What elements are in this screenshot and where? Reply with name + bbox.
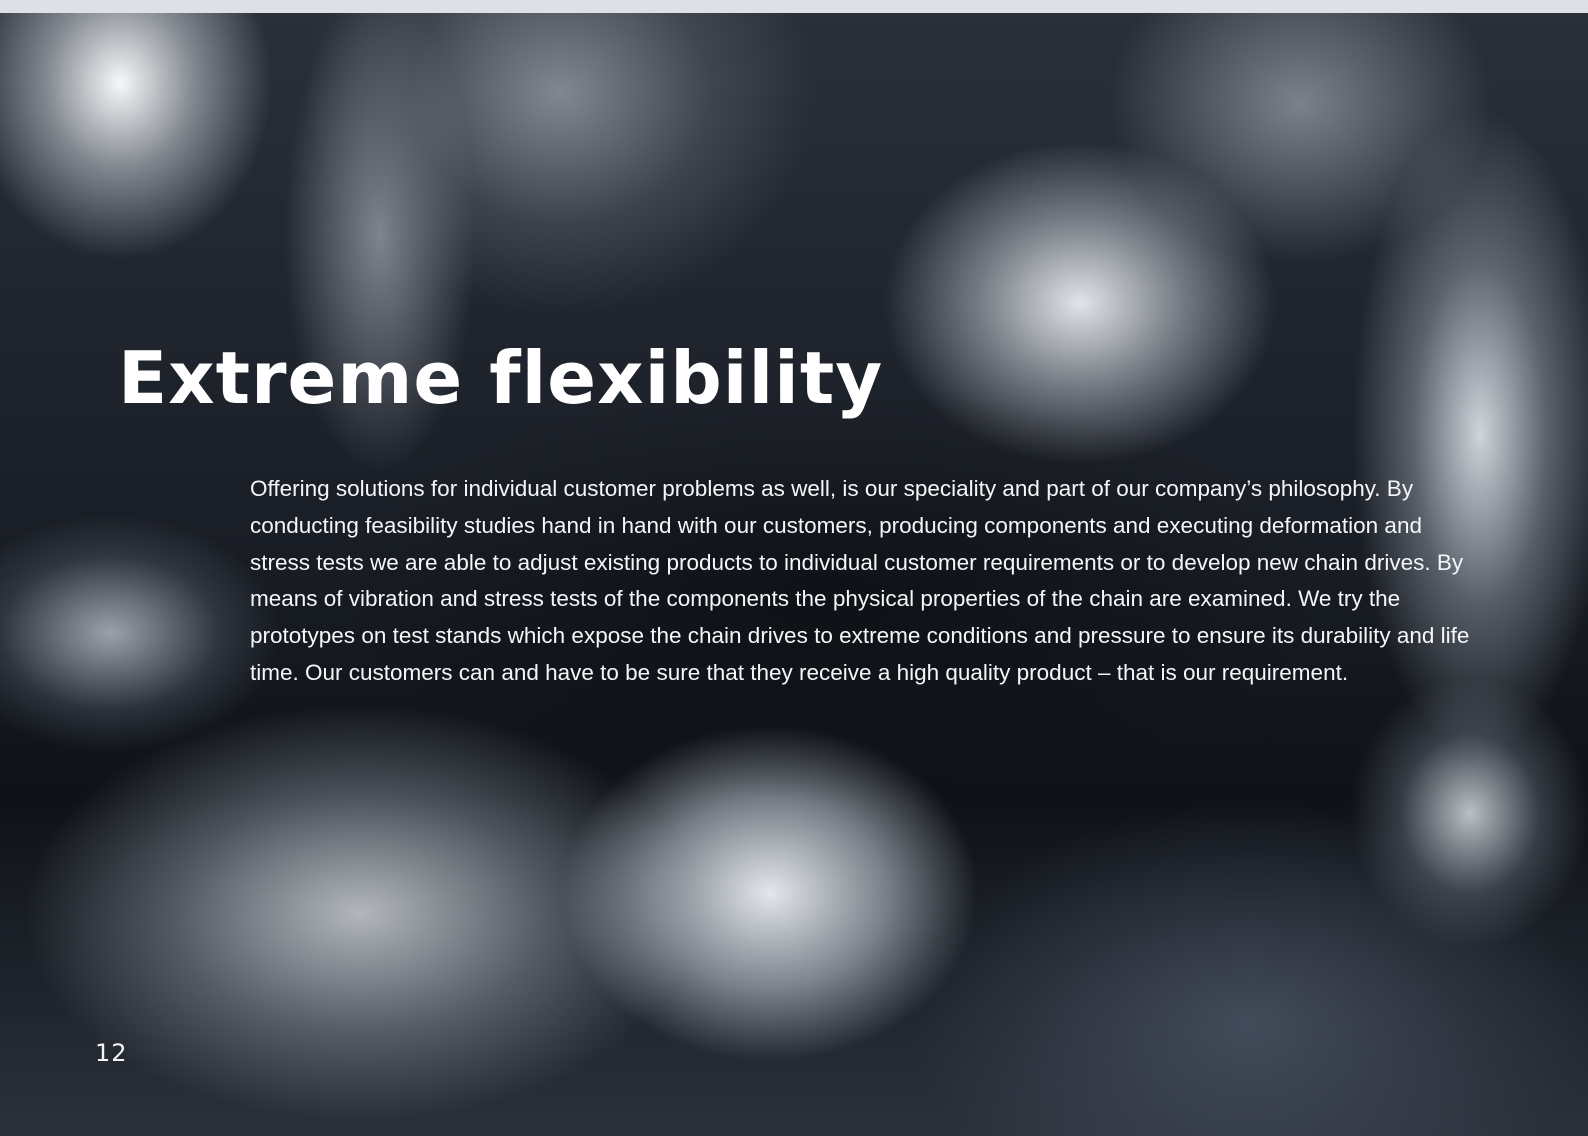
body-paragraph: Offering solutions for individual custom… [250,476,1470,685]
page-title: Extreme flexibility [118,336,884,420]
page-number: 12 [95,1039,128,1067]
brochure-page: Extreme flexibility Offering solutions f… [0,13,1588,1136]
